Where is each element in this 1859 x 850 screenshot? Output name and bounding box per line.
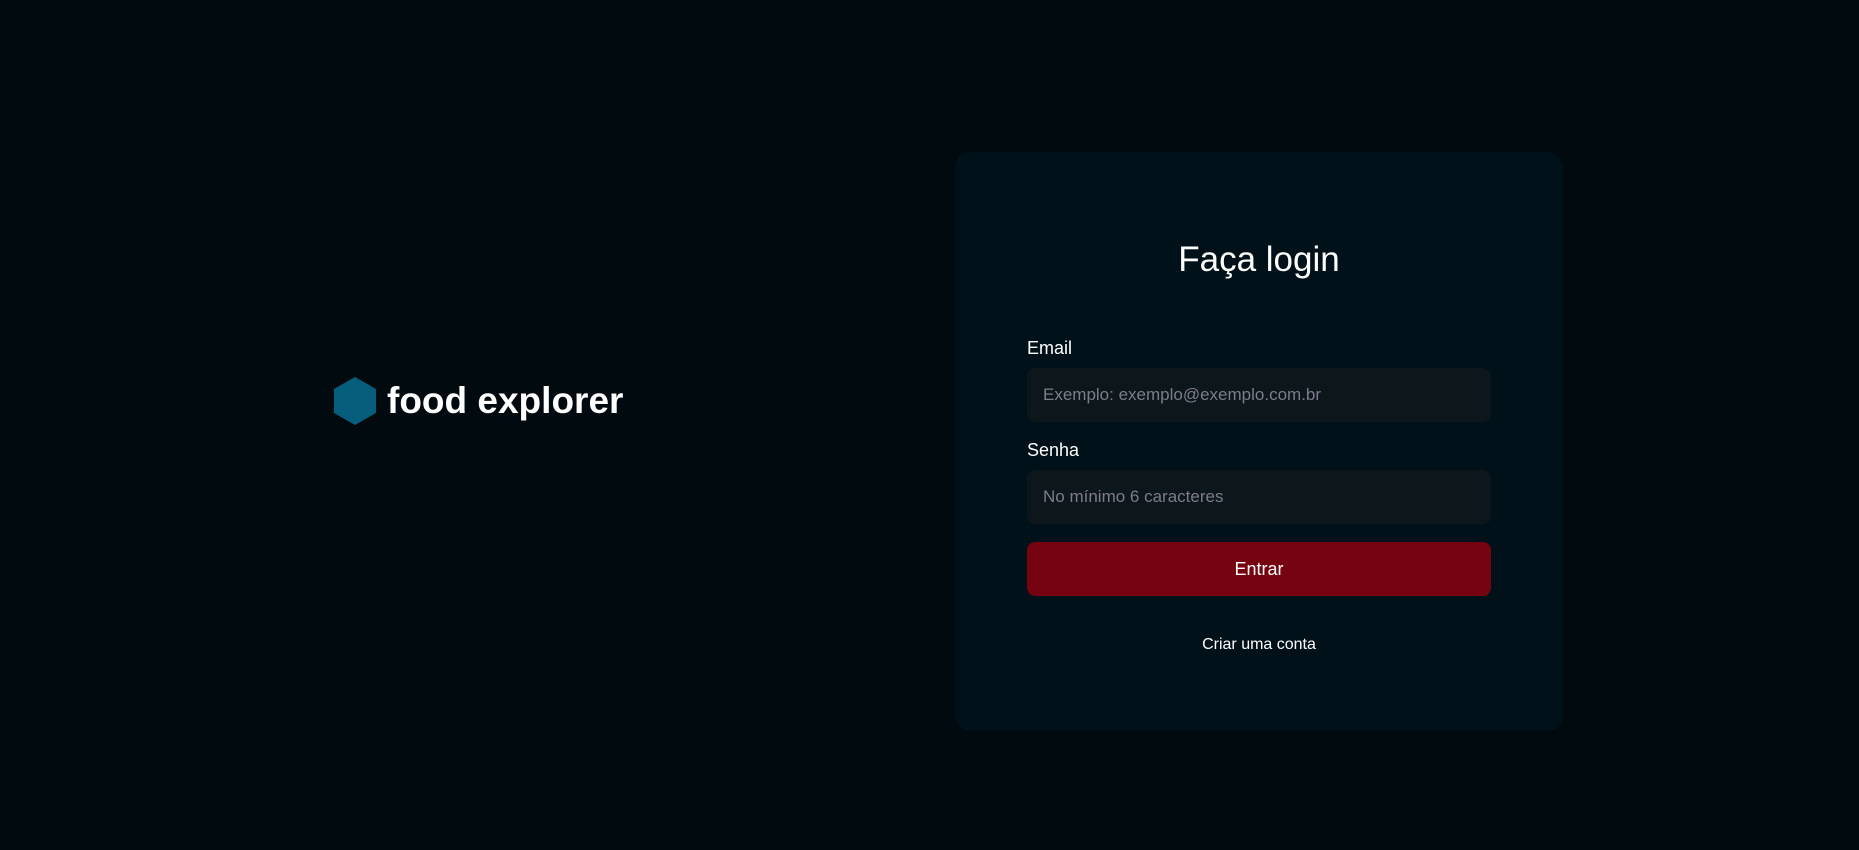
brand-logo: food explorer xyxy=(333,376,623,426)
email-field[interactable]: Exemplo: exemplo@exemplo.com.br xyxy=(1027,368,1491,422)
brand-name: food explorer xyxy=(387,380,624,421)
hexagon-logo-icon xyxy=(334,377,376,425)
create-account-link[interactable]: Criar uma conta xyxy=(1027,636,1491,654)
login-card: Faça login Email Exemplo: exemplo@exempl… xyxy=(955,152,1563,731)
email-placeholder: Exemplo: exemplo@exemplo.com.br xyxy=(1043,385,1322,404)
password-field[interactable]: No mínimo 6 caracteres xyxy=(1027,470,1491,524)
email-label: Email xyxy=(1027,338,1073,358)
password-placeholder: No mínimo 6 caracteres xyxy=(1043,487,1224,506)
login-page: food explorer Faça login Email Exemplo: … xyxy=(0,0,1859,850)
login-button[interactable]: Entrar xyxy=(1027,542,1491,596)
password-label: Senha xyxy=(1027,440,1080,460)
login-title: Faça login xyxy=(1178,240,1340,279)
